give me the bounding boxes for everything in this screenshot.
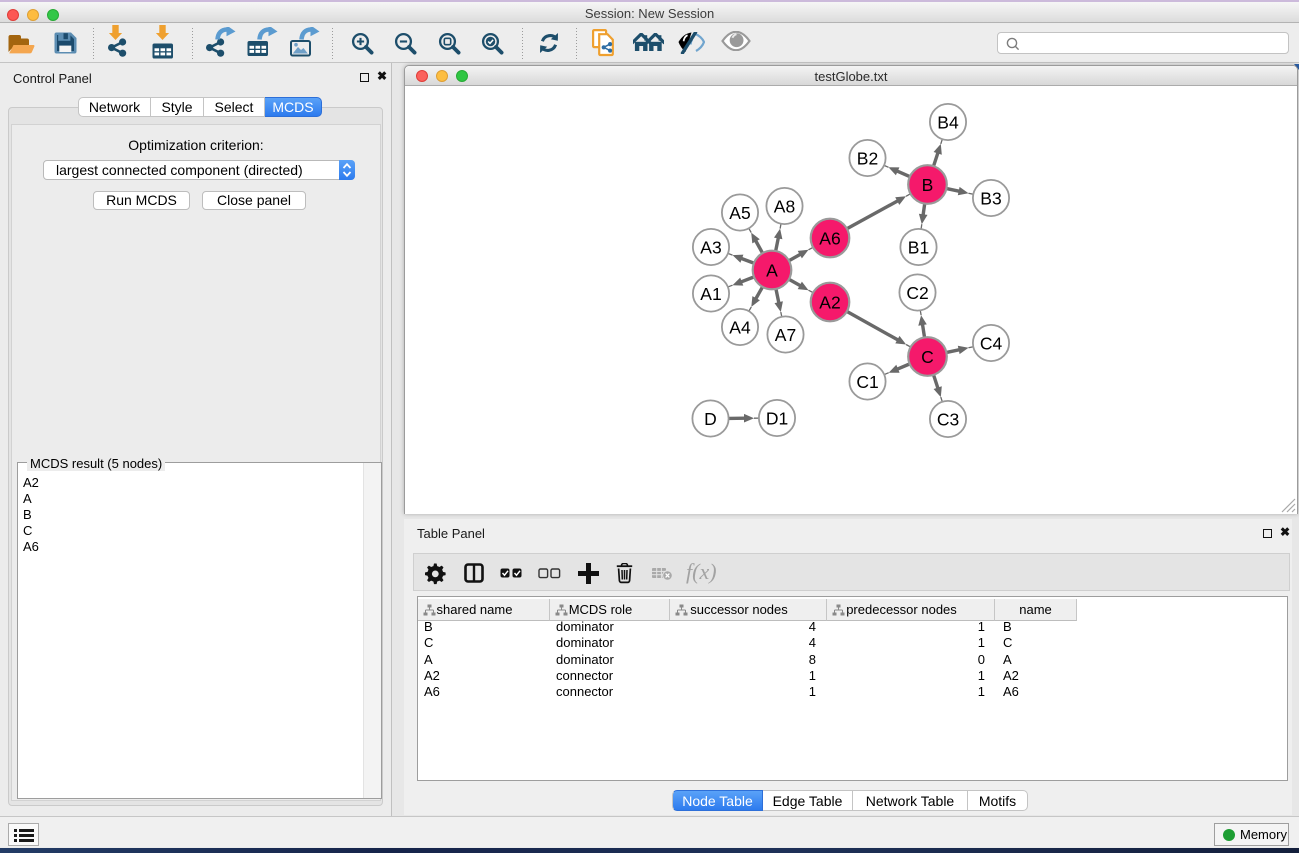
svg-text:A4: A4 [729,318,751,338]
svg-text:B: B [922,175,934,195]
svg-text:C1: C1 [856,372,878,392]
svg-text:D1: D1 [766,409,788,429]
svg-text:B4: B4 [937,113,959,133]
svg-text:D: D [704,409,717,429]
svg-text:C: C [921,347,934,367]
svg-text:A2: A2 [819,293,840,313]
svg-text:B1: B1 [908,238,929,258]
svg-text:A3: A3 [700,238,721,258]
svg-text:C4: C4 [980,334,1003,354]
svg-text:A5: A5 [729,203,750,223]
svg-text:A1: A1 [700,284,721,304]
svg-text:B3: B3 [980,189,1001,209]
svg-text:A7: A7 [775,325,796,345]
svg-text:C2: C2 [906,283,928,303]
svg-text:C3: C3 [937,410,959,430]
svg-text:A6: A6 [819,229,840,249]
svg-text:B2: B2 [857,149,878,169]
svg-text:A8: A8 [774,197,795,217]
svg-text:A: A [766,261,778,281]
